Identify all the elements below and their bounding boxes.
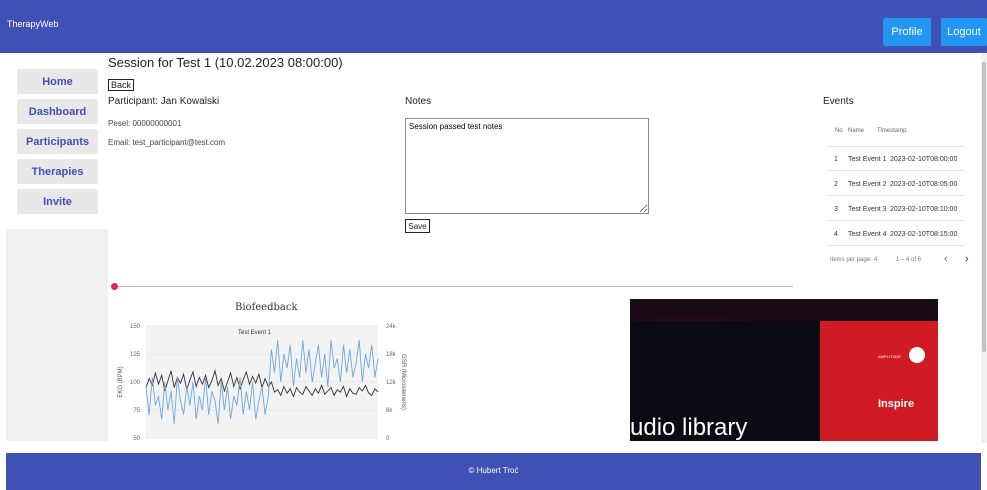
event-timestamp: 2023-02-10T08:00:00 (890, 156, 958, 163)
profile-button[interactable]: Profile (883, 18, 931, 46)
biofeedback-chart: 1501251007550 24k18k12k6k0 Test Event 1 … (118, 324, 406, 442)
y2-tick-label: 6k (386, 408, 393, 414)
event-no: 1 (834, 156, 838, 163)
footer: © Hubert Troć (6, 453, 981, 490)
event-name: Test Event 2 (848, 181, 887, 188)
page-scrollbar-thumb[interactable] (982, 62, 986, 352)
back-button[interactable]: Back (108, 79, 134, 91)
event-timestamp: 2023-02-10T08:15:00 (890, 231, 958, 238)
event-name: Test Event 3 (848, 206, 887, 213)
y-tick-label: 100 (130, 380, 141, 386)
y-tick-label: 50 (133, 436, 140, 442)
events-col-name: Name (848, 128, 865, 134)
event-no: 3 (834, 206, 838, 213)
event-timestamp: 2023-02-10T08:10:00 (890, 206, 958, 213)
participant-heading: Participant: Jan Kowalski (108, 96, 220, 107)
svg-text:AMPLITUDE: AMPLITUDE (878, 354, 901, 359)
sidebar-item-therapies[interactable]: Therapies (17, 159, 98, 184)
chart-title: Biofeedback (235, 302, 298, 313)
event-no: 2 (834, 181, 838, 188)
timeline-slider-track[interactable] (115, 286, 793, 287)
y-axis-label: EKG (BPM) (118, 366, 124, 397)
next-page-icon[interactable]: › (965, 253, 969, 265)
sidebar-item-invite[interactable]: Invite (17, 189, 98, 214)
y-tick-label: 75 (133, 408, 140, 414)
table-row[interactable]: 4 Test Event 4 2023-02-10T08:15:00 (826, 222, 964, 246)
y2-tick-label: 24k (386, 324, 397, 330)
timeline-slider-thumb[interactable] (111, 283, 118, 290)
app-brand: TherapyWeb (7, 19, 59, 29)
y2-tick-label: 0 (386, 436, 390, 442)
table-row[interactable]: 1 Test Event 1 2023-02-10T08:00:00 (826, 147, 964, 171)
video-caption: udio library (630, 414, 747, 441)
sidebar-item-home[interactable]: Home (17, 69, 98, 94)
event-timestamp: 2023-02-10T08:05:00 (890, 181, 958, 188)
logout-button[interactable]: Logout (941, 18, 987, 46)
participant-pesel: Pesel: 00000000001 (108, 119, 182, 128)
sidebar-item-participants[interactable]: Participants (17, 129, 98, 154)
notes-textarea[interactable] (405, 118, 649, 214)
participant-email: Email: test_participant@test.com (108, 138, 226, 147)
y-tick-label: 125 (130, 352, 141, 358)
items-per-page-label: Items per page: (830, 257, 872, 263)
table-row[interactable]: 2 Test Event 2 2023-02-10T08:05:00 (826, 172, 964, 196)
y2-tick-label: 18k (386, 352, 397, 358)
save-notes-button[interactable]: Save (405, 219, 430, 233)
events-heading: Events (823, 96, 854, 107)
sidebar-item-dashboard[interactable]: Dashboard (17, 99, 98, 124)
chart-annotation: Test Event 1 (238, 330, 272, 336)
event-name: Test Event 4 (848, 231, 887, 238)
event-no: 4 (834, 231, 838, 238)
pagination-range: 1 – 4 of 6 (896, 257, 922, 263)
event-name: Test Event 1 (848, 156, 887, 163)
video-frame: AMPLITUDE Inspire udio library (630, 299, 938, 441)
notes-heading: Notes (405, 96, 432, 107)
y2-axis-label: GSR (Microsiemens) (400, 354, 406, 410)
table-row[interactable]: 3 Test Event 3 2023-02-10T08:10:00 (826, 197, 964, 221)
y2-tick-label: 12k (386, 380, 397, 386)
events-col-no: No (835, 128, 843, 134)
video-brand-text: Inspire (878, 398, 914, 410)
page-title: Session for Test 1 (10.02.2023 08:00:00) (108, 55, 343, 70)
footer-copyright: © Hubert Troć (468, 466, 519, 475)
items-per-page-select[interactable]: 4 (874, 257, 877, 263)
events-col-timestamp: Timestamp (877, 128, 907, 134)
video-player[interactable]: AMPLITUDE Inspire udio library (630, 299, 938, 441)
previous-page-icon[interactable]: ‹ (944, 253, 948, 265)
top-app-bar: TherapyWeb Profile Logout (0, 0, 987, 53)
y-tick-label: 150 (130, 324, 141, 330)
